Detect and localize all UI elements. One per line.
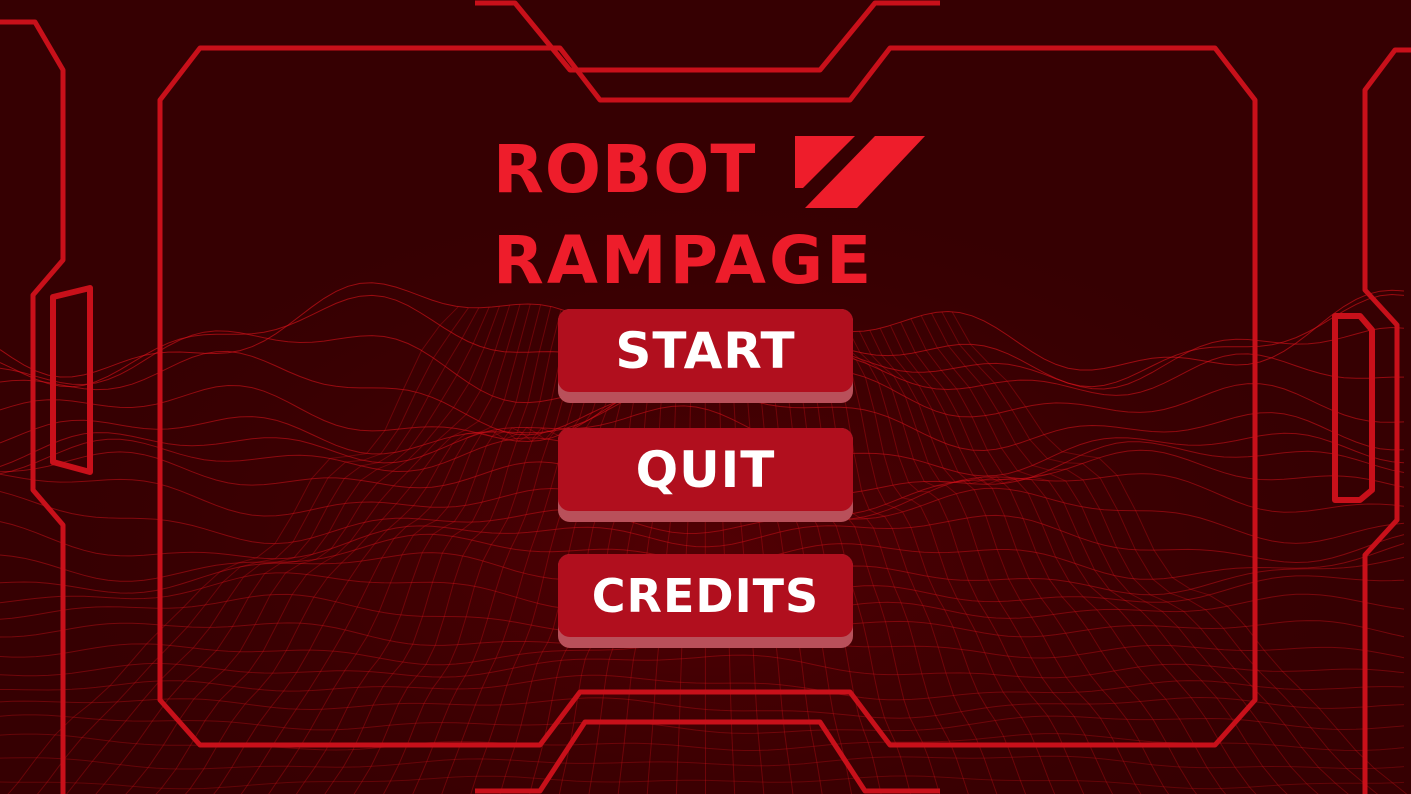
quit-button-label: QUIT [558,428,853,511]
logo-slash-icon [795,136,925,208]
game-title-line2: RAMPAGE [493,222,875,299]
credits-button[interactable]: CREDITS [558,554,853,648]
quit-button[interactable]: QUIT [558,428,853,522]
start-button[interactable]: START [558,309,853,403]
credits-button-label: CREDITS [558,554,853,637]
start-button-label: START [558,309,853,392]
